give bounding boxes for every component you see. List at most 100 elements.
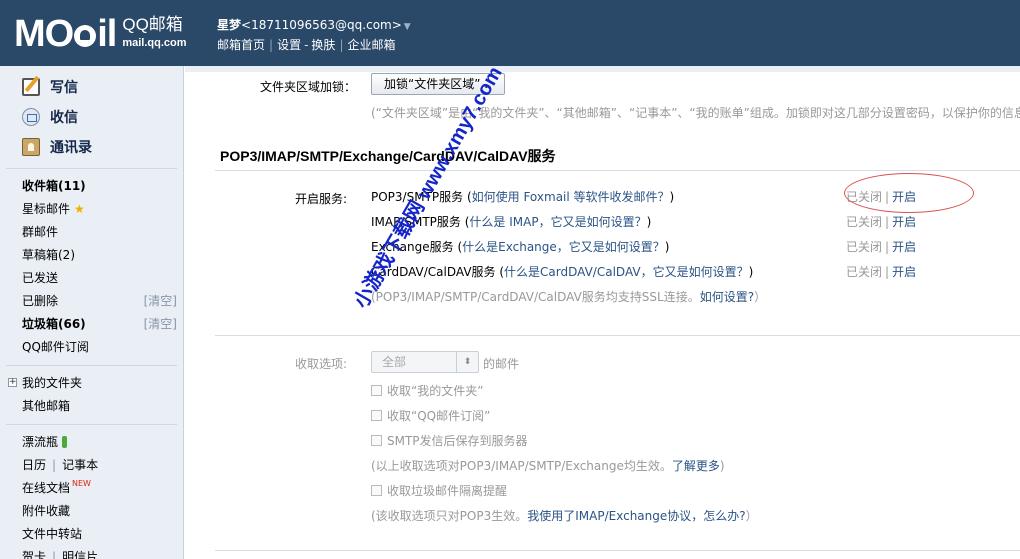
service-exchange-status: 已关闭 | 开启 [846, 238, 916, 255]
top-header: M O il QQ邮箱 mail.qq.com 星梦<18711096563@q… [0, 0, 1020, 66]
select-value: 全部 [382, 355, 407, 369]
ssl-note-text: (POP3/IMAP/SMTP/CardDAV/CalDAV服务均支持SSL连接… [371, 290, 700, 304]
enable-exchange-link[interactable]: 开启 [892, 240, 916, 254]
app-drift-bottle[interactable]: 漂流瓶 [0, 431, 183, 454]
separator: | [269, 38, 274, 52]
inbox-icon [22, 108, 40, 126]
ssl-help-link[interactable]: 如何设置? [700, 290, 754, 304]
link-home[interactable]: 邮箱首页 [217, 38, 265, 52]
app-postcards[interactable]: 明信片 [62, 550, 98, 559]
section-title: POP3/IMAP/SMTP/Exchange/CardDAV/CalDAV服务 [220, 148, 556, 164]
option-label: 收取垃圾邮件隔离提醒 [387, 484, 508, 498]
enable-imap-link[interactable]: 开启 [892, 215, 916, 229]
learn-more-link[interactable]: 了解更多 [672, 459, 720, 473]
spam-note-close: ） [745, 509, 758, 523]
service-help-link[interactable]: 什么是Exchange，它又是如何设置？ [462, 240, 665, 254]
folder-spam[interactable]: 垃圾箱(66) [清空] [0, 313, 183, 336]
divider [6, 424, 177, 425]
folder-drafts[interactable]: 草稿箱(2) [0, 244, 183, 267]
checkbox[interactable] [371, 435, 382, 446]
separator: | [885, 265, 890, 279]
checkbox[interactable] [371, 410, 382, 421]
folder-label: 草稿箱(2) [22, 248, 75, 262]
app-cards-postcards: 贺卡 | 明信片 [0, 546, 183, 559]
option-spam-reminder[interactable]: 收取垃圾邮件隔离提醒 [371, 482, 507, 499]
folder-group[interactable]: 群邮件 [0, 221, 183, 244]
section-divider [215, 170, 1020, 171]
folder-label: 已删除 [22, 294, 59, 308]
app-attachments[interactable]: 附件收藏 [0, 500, 183, 523]
panel-top-strip [185, 66, 1020, 72]
empty-spam-link[interactable]: [清空] [144, 313, 177, 336]
link-settings[interactable]: 设置 [277, 38, 301, 52]
expand-icon[interactable]: + [8, 378, 17, 387]
account-info[interactable]: 星梦<18711096563@qq.com> ▼ [217, 16, 411, 33]
inbox-check-label: 收信 [50, 110, 78, 126]
spam-note: (该收取选项只对POP3生效。我使用了IMAP/Exchange协议，怎么办?） [371, 507, 758, 524]
options-note-close: ) [719, 459, 725, 473]
option-label: 收取“我的文件夹” [387, 384, 484, 398]
logo-text: M [14, 13, 46, 55]
account-name: 星梦 [217, 18, 242, 32]
option-label: SMTP发信后保存到服务器 [387, 434, 528, 448]
service-help-link[interactable]: 什么是 IMAP，它又是如何设置？ [469, 215, 646, 229]
app-cards[interactable]: 贺卡 [22, 550, 46, 559]
compose-icon [22, 78, 40, 96]
app-file-transfer[interactable]: 文件中转站 [0, 523, 183, 546]
folder-inbox[interactable]: 收件箱(11) [0, 175, 183, 198]
option-smtp-save[interactable]: SMTP发信后保存到服务器 [371, 432, 528, 449]
receive-scope-select[interactable]: 全部 ⬍ [371, 351, 479, 373]
bottle-icon [62, 436, 68, 448]
compose-button[interactable]: 写信 [0, 72, 183, 102]
imap-help-link[interactable]: 我使用了IMAP/Exchange协议，怎么办? [527, 509, 745, 523]
folder-label: 垃圾箱(66) [22, 317, 86, 331]
brand-domain: mail.qq.com [122, 37, 187, 49]
my-folders[interactable]: + 我的文件夹 [0, 372, 183, 395]
inbox-check-button[interactable]: 收信 [0, 102, 183, 132]
folder-lock-label: 文件夹区域加锁： [260, 80, 357, 94]
folder-sent[interactable]: 已发送 [0, 267, 183, 290]
app-label: 在线文档 [22, 481, 71, 495]
service-help-link[interactable]: 如何使用 Foxmail 等软件收发邮件？ [472, 190, 670, 204]
other-mailboxes[interactable]: 其他邮箱 [0, 395, 183, 418]
separator: | [885, 240, 890, 254]
chevron-down-icon[interactable]: ▼ [404, 22, 411, 32]
logo-o: O [44, 13, 75, 55]
contacts-button[interactable]: 通讯录 [0, 132, 183, 162]
qq-mail-logo[interactable]: M O il QQ邮箱 mail.qq.com [14, 14, 187, 54]
enable-carddav-link[interactable]: 开启 [892, 265, 916, 279]
folder-label: 其他邮箱 [22, 399, 71, 413]
option-label: 收取“QQ邮件订阅” [387, 409, 491, 423]
chevron-updown-icon: ⬍ [456, 352, 478, 372]
highlight-circle [844, 173, 974, 213]
section-divider [215, 550, 1020, 551]
service-help-link[interactable]: 什么是CardDAV/CalDAV，它又是如何设置？ [504, 265, 749, 279]
service-carddav: CardDAV/CalDAV服务 (什么是CardDAV/CalDAV，它又是如… [371, 265, 754, 279]
separator: | [885, 215, 890, 229]
checkbox[interactable] [371, 485, 382, 496]
app-notes[interactable]: 记事本 [62, 458, 98, 472]
checkbox[interactable] [371, 385, 382, 396]
enable-services-label: 开启服务: [295, 192, 348, 206]
folder-label: 我的文件夹 [22, 376, 83, 390]
app-label: 漂流瓶 [22, 435, 59, 449]
app-label: 附件收藏 [22, 504, 71, 518]
option-my-folders[interactable]: 收取“我的文件夹” [371, 382, 483, 399]
app-online-docs[interactable]: 在线文档 NEW [0, 477, 183, 500]
sidebar: 写信 收信 通讯录 收件箱(11) 星标邮件 ★ 群邮件 草稿箱(2) 已发送 已… [0, 66, 184, 559]
link-enterprise[interactable]: 企业邮箱 [347, 38, 395, 52]
status-closed: 已关闭 [846, 215, 883, 229]
folder-subscriptions[interactable]: QQ邮件订阅 [0, 336, 183, 359]
receive-suffix: 的邮件 [483, 357, 520, 371]
spam-note-text: (该收取选项只对POP3生效。 [371, 509, 528, 523]
folder-starred[interactable]: 星标邮件 ★ [0, 198, 183, 221]
options-note-text: (以上收取选项对POP3/IMAP/SMTP/Exchange均生效。 [371, 459, 672, 473]
empty-deleted-link[interactable]: [清空] [144, 290, 177, 313]
option-subscriptions[interactable]: 收取“QQ邮件订阅” [371, 407, 490, 424]
link-skin[interactable]: 换肤 [311, 38, 335, 52]
divider [6, 365, 177, 366]
app-calendar[interactable]: 日历 [22, 458, 46, 472]
brand: QQ邮箱 mail.qq.com [122, 16, 186, 52]
folder-deleted[interactable]: 已删除 [清空] [0, 290, 183, 313]
brand-name: QQ邮箱 [122, 15, 183, 34]
